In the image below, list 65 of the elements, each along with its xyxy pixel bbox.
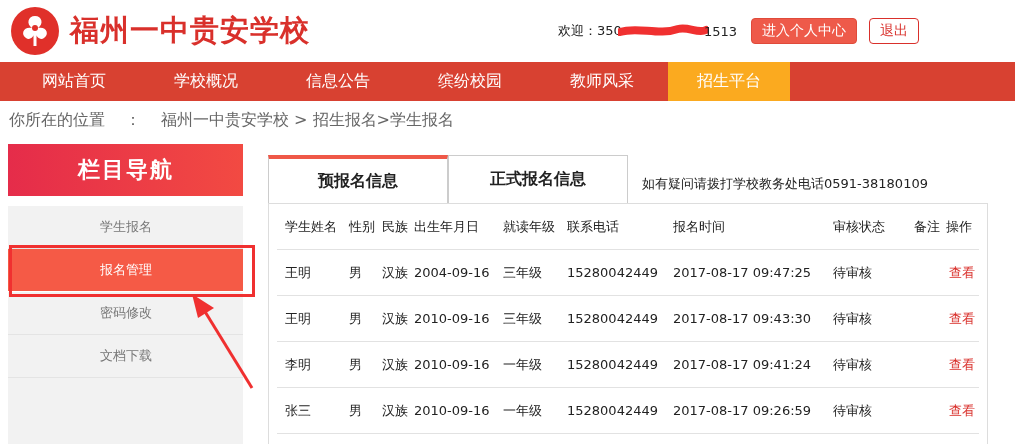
- breadcrumb-path: 福州一中贵安学校 > 招生报名>学生报名: [161, 109, 454, 131]
- column-header: 学生姓名: [285, 217, 338, 236]
- table-cell-text: 汉族: [382, 263, 409, 282]
- logout-button[interactable]: 退出: [869, 18, 919, 44]
- column-header: 联系电话: [567, 217, 620, 236]
- sidebar-title: 栏目导航: [8, 144, 243, 196]
- table-cell-text: 2017-08-17 09:47:25: [673, 265, 813, 280]
- table-cell-text: 一年级: [503, 355, 543, 374]
- table-cell-text: 2010-09-16: [414, 311, 491, 326]
- contact-note: 如有疑问请拨打学校教务处电话0591-38180109: [642, 175, 928, 193]
- sidebar-item[interactable]: 文档下载: [8, 335, 243, 378]
- view-link[interactable]: 查看: [946, 309, 979, 328]
- personal-center-button[interactable]: 进入个人中心: [751, 18, 857, 44]
- column-header: 民族: [382, 217, 409, 236]
- column-header: 审核状态: [833, 217, 886, 236]
- table-cell-text: 男: [349, 401, 363, 420]
- tab[interactable]: 正式报名信息: [448, 155, 628, 203]
- table-cell-text: 男: [349, 309, 363, 328]
- breadcrumb-separator: ：: [125, 109, 141, 131]
- column-header: 操作: [946, 217, 973, 236]
- table-cell-text: 15280042449: [567, 311, 659, 326]
- table-cell-text: 汉族: [382, 401, 409, 420]
- table-cell-text: 2010-09-16: [414, 357, 491, 372]
- table-cell-text: 2017-08-17 09:41:24: [673, 357, 813, 372]
- nav-item[interactable]: 信息公告: [272, 62, 404, 101]
- table-cell-text: 一年级: [503, 401, 543, 420]
- table-cell-text: 待审核: [833, 401, 873, 420]
- table-cell-text: 待审核: [833, 309, 873, 328]
- sidebar-item[interactable]: 报名管理: [8, 249, 243, 292]
- table-cell-text: 2017-08-17 09:43:30: [673, 311, 813, 326]
- breadcrumb-label: 你所在的位置: [9, 109, 105, 131]
- column-header: 报名时间: [673, 217, 726, 236]
- table-cell-text: 汉族: [382, 355, 409, 374]
- table-cell-text: 李明: [285, 355, 312, 374]
- nav-item[interactable]: 网站首页: [8, 62, 140, 101]
- table-cell-text: 男: [349, 355, 363, 374]
- table-cell-text: 2004-09-16: [414, 265, 491, 280]
- nav-item[interactable]: 缤纷校园: [404, 62, 536, 101]
- table-cell-text: 三年级: [503, 263, 543, 282]
- view-link[interactable]: 查看: [946, 263, 979, 282]
- table-cell-text: 三年级: [503, 309, 543, 328]
- user-id-end: 1513: [703, 23, 737, 39]
- table-cell-text: 张三: [285, 401, 312, 420]
- table-cell-text: 2017-08-17 09:26:59: [673, 403, 813, 418]
- table-cell-text: 2010-09-16: [414, 403, 491, 418]
- table-cell-text: 待审核: [833, 355, 873, 374]
- nav-item[interactable]: 学校概况: [140, 62, 272, 101]
- table-cell-text: 汉族: [382, 309, 409, 328]
- table-cell-text: 待审核: [833, 263, 873, 282]
- column-header: 备注: [914, 217, 941, 236]
- column-header: 就读年级: [503, 217, 556, 236]
- school-logo: [10, 6, 60, 56]
- view-link[interactable]: 查看: [946, 401, 979, 420]
- table-cell-text: 15280042449: [567, 265, 659, 280]
- nav-item[interactable]: 教师风采: [536, 62, 668, 101]
- school-name: 福州一中贵安学校: [70, 12, 310, 49]
- table-cell-text: 15280042449: [567, 357, 659, 372]
- table-cell-text: 王明: [285, 263, 312, 282]
- column-header: 出生年月日: [414, 217, 480, 236]
- table-cell-text: 15280042449: [567, 403, 659, 418]
- table-cell-text: 王明: [285, 309, 312, 328]
- tab[interactable]: 预报名信息: [268, 155, 448, 203]
- column-header: 性别: [349, 217, 376, 236]
- table-cell-text: 男: [349, 263, 363, 282]
- view-link[interactable]: 查看: [946, 355, 979, 374]
